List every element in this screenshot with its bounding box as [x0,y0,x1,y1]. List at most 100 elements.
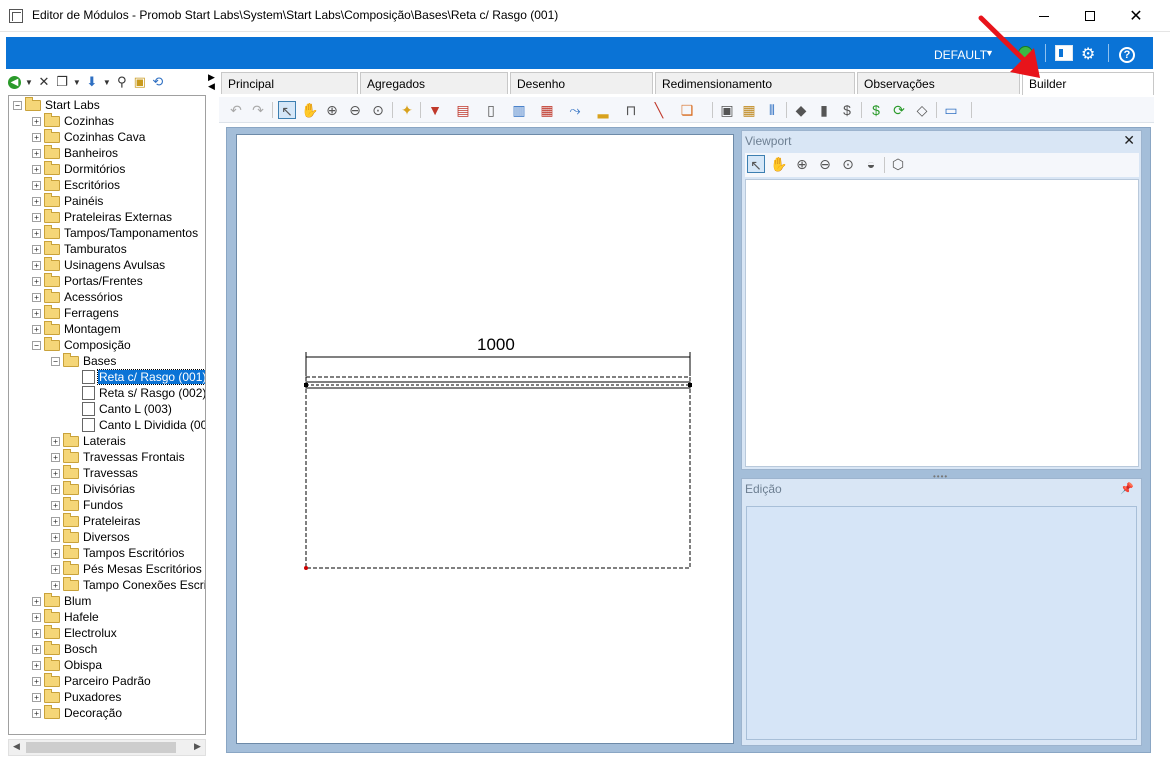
grid-icon[interactable]: ▦ [740,101,758,119]
expand-icon[interactable]: + [32,708,41,718]
tree-item[interactable]: + Laterais [51,432,127,449]
tree-item[interactable]: + Montagem [32,320,122,337]
window-layout-icon[interactable]: ▭ [942,101,960,119]
group-icon[interactable]: ❏ [678,101,696,119]
tree-item[interactable]: + Tampos Escritórios [51,544,185,561]
close-icon[interactable]: ✕ [1123,132,1135,149]
expand-icon[interactable]: + [32,596,41,606]
tree-item[interactable]: + Travessas [51,464,139,481]
expand-icon[interactable]: + [51,484,60,494]
delete-icon[interactable]: ✕ [37,75,51,89]
panel-vertical-icon[interactable]: ▯ [482,101,500,119]
expand-icon[interactable]: + [32,660,41,670]
new-item-icon[interactable]: ✦ [398,101,416,119]
undo-icon[interactable]: ↶ [227,101,245,119]
tab-principal[interactable]: Principal [221,72,358,94]
move-down-icon[interactable]: ⬇ [85,75,99,89]
help-icon[interactable]: ? [1119,47,1135,63]
refresh-icon[interactable] [1018,46,1033,61]
pin-icon[interactable]: 📌 [1120,482,1134,495]
tree-item[interactable]: + Escritórios [32,176,121,193]
panel-layout-icon[interactable] [1055,45,1073,61]
tree-item[interactable]: + Blum [32,592,92,609]
orbit-icon[interactable]: ◒ [862,155,880,173]
horizontal-scrollbar[interactable]: ◀ ▶ [8,739,206,756]
tree-item[interactable]: + Obispa [32,656,103,673]
expand-icon[interactable]: + [51,500,60,510]
expand-icon[interactable]: + [32,612,41,622]
expand-icon[interactable]: + [51,532,60,542]
tree-item[interactable]: + Banheiros [32,144,119,161]
tree-item[interactable]: + Prateleiras Externas [32,208,173,225]
tree-item[interactable]: + Puxadores [32,688,122,705]
tree-item[interactable]: + Portas/Frentes [32,272,144,289]
collapse-panel-icon[interactable]: ▶ ◀ [208,73,215,91]
tree-item[interactable]: + Travessas Frontais [51,448,186,465]
edit-properties-area[interactable] [746,506,1137,740]
binoculars-icon[interactable]: ⚲ [115,75,129,89]
expand-icon[interactable]: + [32,164,41,174]
tree-item[interactable]: − Composição [32,336,132,353]
zoom-out-icon[interactable]: ⊖ [346,101,364,119]
expand-icon[interactable]: + [51,564,60,574]
tree-item[interactable]: + Prateleiras [51,512,141,529]
price-icon[interactable]: $ [867,101,885,119]
chevron-down-icon[interactable]: ▼ [73,78,81,87]
select-pointer-icon[interactable]: ↖ [278,101,296,119]
line-icon[interactable]: ╲ [650,101,668,119]
tree-item[interactable]: + Tampo Conexões Escritório [51,576,205,593]
chart-icon[interactable]: ▦ [538,101,556,119]
tree-item[interactable]: Canto L Dividida (004) [70,417,205,433]
chevron-down-icon[interactable]: ▼ [985,48,994,58]
zoom-extents-icon[interactable]: ⊕ [793,155,811,173]
close-button[interactable]: ✕ [1113,0,1159,32]
expand-icon[interactable]: + [32,180,41,190]
zoom-out-icon[interactable]: ⊖ [816,155,834,173]
redo-icon[interactable]: ↷ [249,101,267,119]
tree-item[interactable]: + Cozinhas [32,112,115,129]
tree-item[interactable]: + Usinagens Avulsas [32,256,166,273]
link-icon[interactable]: ⟲ [151,75,165,89]
cabinet-icon[interactable]: ▮ [815,101,833,119]
tree-item[interactable]: + Divisórias [51,480,136,497]
tree-item[interactable]: − Bases [51,352,117,369]
tree-item[interactable]: + Bosch [32,640,98,657]
expand-icon[interactable]: + [51,548,60,558]
zoom-window-icon[interactable]: ⊙ [839,155,857,173]
tree-item[interactable]: + Cozinhas Cava [32,128,146,145]
curve-icon[interactable]: ⤳ [566,101,584,119]
select-pointer-icon[interactable]: ↖ [747,155,765,173]
tree-item[interactable]: + Decoração [32,704,123,721]
chevron-down-icon[interactable]: ▼ [103,78,111,87]
tree-item[interactable]: + Electrolux [32,624,118,641]
maximize-button[interactable] [1067,0,1113,32]
scrollbar-thumb[interactable] [26,742,176,753]
library-tree[interactable]: − Start Labs + Cozinhas + Cozinhas Cava + Banhe… [8,95,206,735]
expand-icon[interactable]: + [32,324,41,334]
tree-item[interactable]: + Acessórios [32,288,124,305]
eraser-icon[interactable]: ◇ [913,101,931,119]
minimize-button[interactable] [1021,0,1067,32]
expand-icon[interactable]: + [51,436,60,446]
expand-icon[interactable]: + [32,148,41,158]
tab-redimensionamento[interactable]: Redimensionamento [655,72,855,94]
tab-agregados[interactable]: Agregados [360,72,508,94]
tree-item[interactable]: + Fundos [51,496,124,513]
expand-icon[interactable]: + [32,116,41,126]
expand-icon[interactable]: + [32,628,41,638]
tree-item[interactable]: + Tampos/Tamponamentos [32,224,199,241]
money-bag-icon[interactable]: $ [838,101,856,119]
scroll-left-icon[interactable]: ◀ [13,741,20,752]
tree-item[interactable]: + Ferragens [32,304,120,321]
tab-desenho[interactable]: Desenho [510,72,653,94]
collapse-icon[interactable]: − [13,100,22,110]
tree-item[interactable]: + Pés Mesas Escritórios [51,560,203,577]
expand-icon[interactable]: + [32,228,41,238]
chevron-down-icon[interactable]: ▼ [25,78,33,87]
hardware-icon[interactable]: ▥ [510,101,528,119]
expand-icon[interactable]: + [32,132,41,142]
expand-icon[interactable]: + [32,292,41,302]
expand-icon[interactable]: + [51,468,60,478]
tree-item[interactable]: + Hafele [32,608,100,625]
properties-icon[interactable]: ▣ [718,101,736,119]
